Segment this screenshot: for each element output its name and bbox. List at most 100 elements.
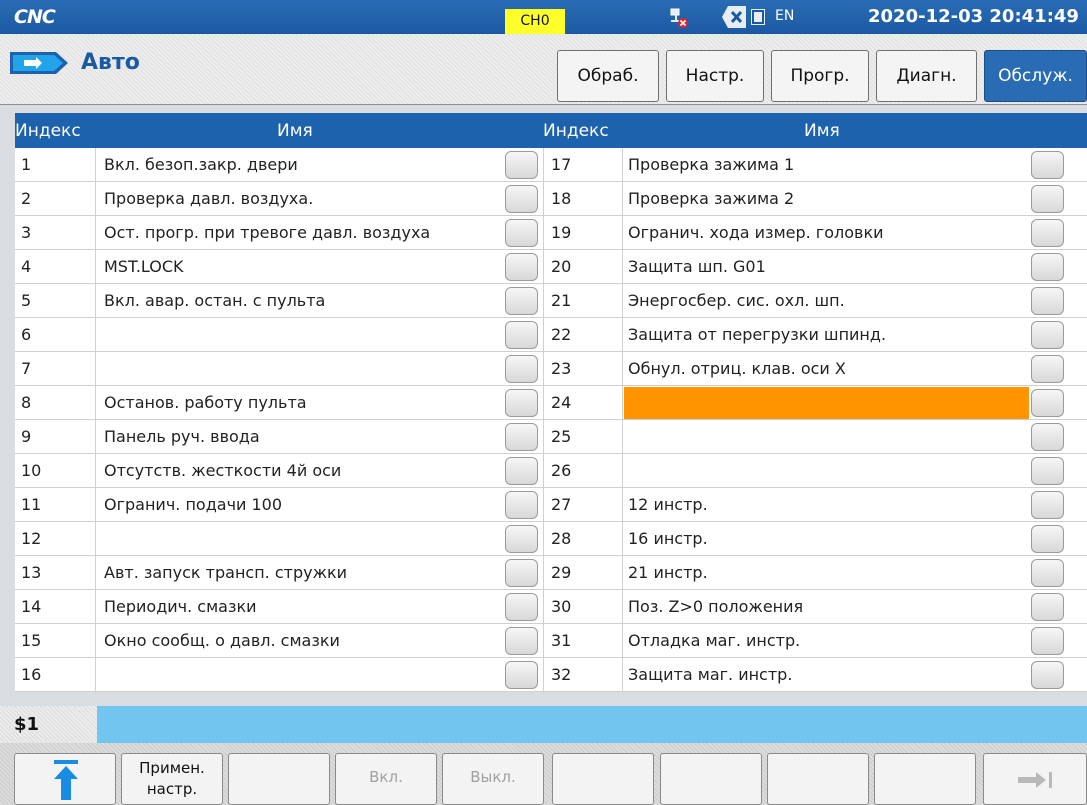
softkey-label: Выкл. <box>470 768 516 786</box>
row-index: 21 <box>551 291 572 310</box>
cell-divider <box>95 556 96 590</box>
toggle-button[interactable] <box>1031 355 1064 383</box>
row-index: 29 <box>551 563 572 582</box>
toggle-button[interactable] <box>505 525 538 553</box>
toggle-button[interactable] <box>505 253 538 281</box>
table-row[interactable]: 13 Авт. запуск трансп. стружки 29 21 инстр. <box>15 556 1087 590</box>
toggle-button[interactable] <box>505 151 538 179</box>
row-index: 2 <box>21 189 32 208</box>
cell-divider <box>543 284 544 318</box>
row-name: 16 инстр. <box>628 529 708 548</box>
cell-divider <box>543 420 544 454</box>
table-row[interactable]: 11 Огранич. подачи 100 27 12 инстр. <box>15 488 1087 522</box>
toggle-button[interactable] <box>1031 559 1064 587</box>
table-row[interactable]: 10 Отсутств. жесткости 4й оси 26 <box>15 454 1087 488</box>
toggle-button[interactable] <box>505 355 538 383</box>
row-index: 16 <box>21 665 42 684</box>
toggle-button[interactable] <box>1031 457 1064 485</box>
toggle-button[interactable] <box>505 423 538 451</box>
cell-divider <box>95 624 96 658</box>
row-index: 31 <box>551 631 572 650</box>
toggle-button[interactable] <box>1031 593 1064 621</box>
softkey-empty <box>552 753 654 805</box>
toggle-button[interactable] <box>505 661 538 689</box>
table-row[interactable]: 4 MST.LOCK 20 Защита шп. G01 <box>15 250 1087 284</box>
cell-divider <box>622 318 623 352</box>
toggle-button[interactable] <box>1031 151 1064 179</box>
cell-divider <box>95 216 96 250</box>
toggle-button[interactable] <box>1031 219 1064 247</box>
toggle-button[interactable] <box>1031 389 1064 417</box>
row-name: Вкл. безоп.закр. двери <box>104 155 298 174</box>
command-line: $1 <box>0 706 1087 743</box>
row-name: MST.LOCK <box>104 257 184 276</box>
row-index: 18 <box>551 189 572 208</box>
toggle-button[interactable] <box>1031 491 1064 519</box>
tab-machining[interactable]: Обраб. <box>557 50 659 102</box>
row-name: Поз. Z>0 положения <box>628 597 804 616</box>
toggle-button[interactable] <box>505 287 538 315</box>
tab-diagnostics[interactable]: Диагн. <box>876 50 977 102</box>
tab-program[interactable]: Прогр. <box>771 50 869 102</box>
table-row[interactable]: 16 32 Защита маг. инстр. <box>15 658 1087 692</box>
toggle-button[interactable] <box>505 627 538 655</box>
cell-divider <box>543 148 544 182</box>
toggle-button[interactable] <box>1031 185 1064 213</box>
toggle-button[interactable] <box>1031 423 1064 451</box>
close-icon[interactable] <box>722 6 746 28</box>
table-row[interactable]: 9 Панель руч. ввода 25 <box>15 420 1087 454</box>
table-row[interactable]: 2 Проверка давл. воздуха. 18 Проверка зажим… <box>15 182 1087 216</box>
row-index: 15 <box>21 631 42 650</box>
cell-divider <box>622 250 623 284</box>
row-index: 13 <box>21 563 42 582</box>
row-index: 8 <box>21 393 32 412</box>
toggle-button[interactable] <box>1031 627 1064 655</box>
softkey-next-page[interactable] <box>983 753 1087 805</box>
softkey-on[interactable]: Вкл. <box>335 753 437 805</box>
row-name: Останов. работу пульта <box>104 393 307 412</box>
cell-divider <box>543 182 544 216</box>
toggle-button[interactable] <box>505 321 538 349</box>
row-name: Энергосбер. сис. охл. шп. <box>628 291 845 310</box>
toggle-button[interactable] <box>1031 321 1064 349</box>
selected-cell[interactable] <box>624 387 1029 419</box>
toggle-button[interactable] <box>505 185 538 213</box>
toggle-button[interactable] <box>1031 525 1064 553</box>
table-row[interactable]: 5 Вкл. авар. остан. с пульта 21 Энергосбер.… <box>15 284 1087 318</box>
next-page-icon <box>1018 772 1052 788</box>
toggle-button[interactable] <box>505 219 538 247</box>
toggle-button[interactable] <box>1031 287 1064 315</box>
toggle-button[interactable] <box>505 491 538 519</box>
row-index: 17 <box>551 155 572 174</box>
cell-divider <box>95 386 96 420</box>
toggle-button[interactable] <box>505 457 538 485</box>
table-row[interactable]: 8 Останов. работу пульта 24 <box>15 386 1087 420</box>
table-row[interactable]: 3 Ост. прогр. при тревоге давл. воздуха 19… <box>15 216 1087 250</box>
toggle-button[interactable] <box>505 389 538 417</box>
tab-setup[interactable]: Настр. <box>666 50 764 102</box>
table-row[interactable]: 12 28 16 инстр. <box>15 522 1087 556</box>
table-row[interactable]: 7 23 Обнул. отриц. клав. оси X <box>15 352 1087 386</box>
cell-divider <box>95 522 96 556</box>
toggle-button[interactable] <box>505 593 538 621</box>
tab-maintenance[interactable]: Обслуж. <box>984 50 1087 102</box>
table-row[interactable]: 6 22 Защита от перегрузки шпинд. <box>15 318 1087 352</box>
row-index: 24 <box>551 393 572 412</box>
table-row[interactable]: 15 Окно сообщ. о давл. смазки 31 Отладка ма… <box>15 624 1087 658</box>
softkey-empty <box>660 753 762 805</box>
cell-divider <box>95 148 96 182</box>
channel-indicator[interactable]: CH0 <box>505 9 565 34</box>
table-row[interactable]: 14 Периодич. смазки 30 Поз. Z>0 положения <box>15 590 1087 624</box>
softkey-off[interactable]: Выкл. <box>442 753 544 805</box>
softkey-apply-settings[interactable]: Примен. настр. <box>121 753 223 805</box>
toggle-button[interactable] <box>1031 661 1064 689</box>
command-input[interactable] <box>97 706 1087 743</box>
row-name: Вкл. авар. остан. с пульта <box>104 291 326 310</box>
softkey-up-level[interactable] <box>14 753 116 805</box>
softkey-bar: Примен. настр. Вкл. Выкл. <box>0 743 1087 805</box>
cell-divider <box>543 352 544 386</box>
toggle-button[interactable] <box>505 559 538 587</box>
language-indicator[interactable]: EN <box>775 8 794 24</box>
table-row[interactable]: 1 Вкл. безоп.закр. двери 17 Проверка зажима… <box>15 148 1087 182</box>
toggle-button[interactable] <box>1031 253 1064 281</box>
